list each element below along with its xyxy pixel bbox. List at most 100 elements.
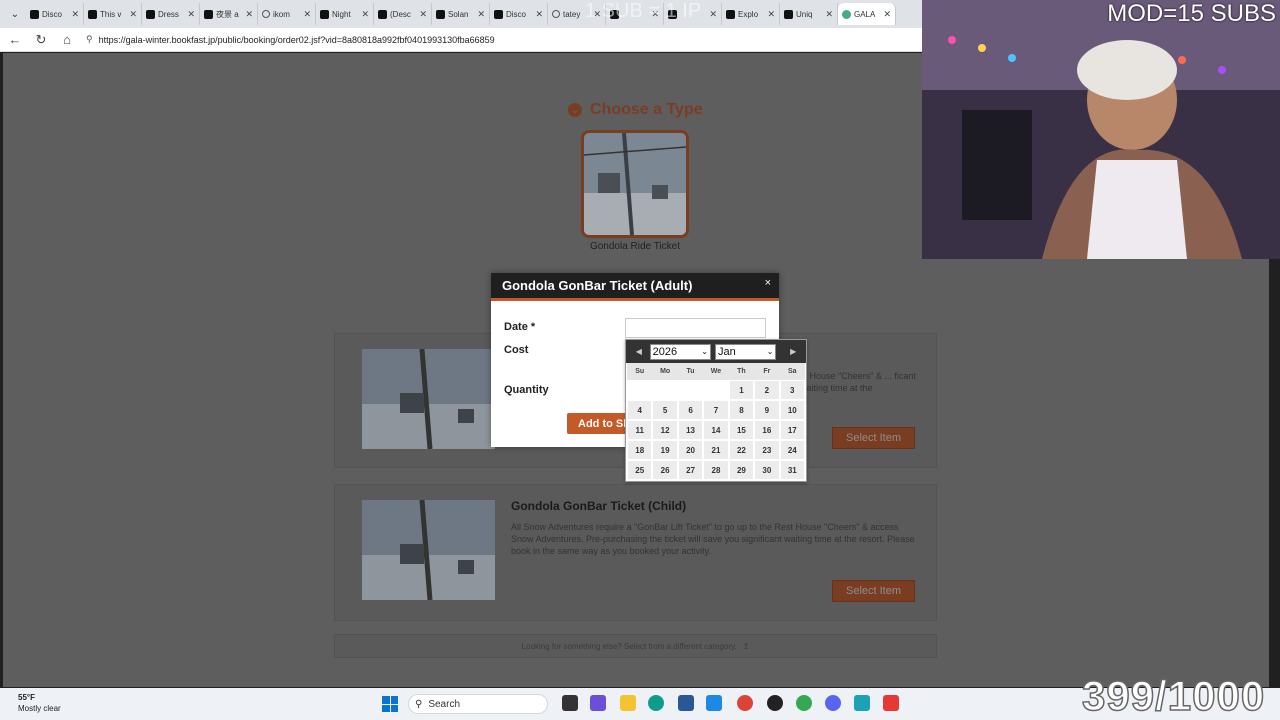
windows-start-icon[interactable] bbox=[382, 696, 398, 712]
tab-label: (Desc bbox=[390, 9, 411, 19]
calendar-day[interactable]: 14 bbox=[703, 420, 729, 440]
store-icon[interactable] bbox=[678, 695, 694, 711]
app-icon[interactable] bbox=[883, 695, 899, 711]
calendar-day[interactable]: 13 bbox=[677, 420, 704, 440]
obs-icon[interactable] bbox=[767, 695, 783, 711]
browser-tab[interactable]: GALA ✕ bbox=[838, 3, 896, 25]
next-month-icon[interactable]: ▶ bbox=[786, 347, 800, 356]
tiktok-icon bbox=[320, 9, 329, 19]
calendar-day[interactable]: 15 bbox=[728, 420, 755, 440]
browser-tab[interactable]: ikom ✕ bbox=[258, 3, 316, 25]
calendar-day[interactable]: 2 bbox=[754, 380, 780, 400]
calendar-day[interactable]: 11 bbox=[627, 420, 653, 440]
month-select[interactable]: Jan ⌄ bbox=[715, 343, 777, 360]
tab-list-menu-icon[interactable]: ⌄ bbox=[4, 3, 26, 25]
chevron-down-circle-icon: ⌄ bbox=[568, 103, 582, 117]
select-item-button[interactable]: Select Item bbox=[832, 580, 915, 602]
browser-tab[interactable]: Night ✕ bbox=[316, 3, 374, 25]
year-select[interactable]: 2026 ⌄ bbox=[649, 343, 711, 360]
back-icon[interactable]: ← bbox=[8, 32, 22, 47]
calendar-day[interactable]: 26 bbox=[652, 460, 678, 480]
close-tab-icon[interactable]: ✕ bbox=[419, 9, 427, 20]
discord-icon[interactable] bbox=[825, 695, 841, 711]
close-icon[interactable]: × bbox=[765, 277, 771, 289]
search-icon bbox=[552, 10, 560, 18]
select-item-button[interactable]: Select Item bbox=[832, 427, 915, 449]
weather-widget[interactable]: 55°F Mostly clear bbox=[18, 692, 61, 714]
tiktok-icon bbox=[204, 9, 213, 19]
calendar-day[interactable]: 20 bbox=[677, 440, 704, 460]
calendar-day[interactable]: 18 bbox=[627, 440, 653, 460]
app-icon[interactable] bbox=[590, 695, 606, 711]
close-tab-icon[interactable]: ✕ bbox=[129, 9, 137, 20]
close-tab-icon[interactable]: ✕ bbox=[883, 9, 891, 20]
date-field[interactable] bbox=[625, 318, 766, 338]
calendar-day[interactable]: 6 bbox=[677, 400, 704, 420]
calendar-day[interactable]: 5 bbox=[652, 400, 678, 420]
url-field[interactable]: ⚲ https://gala-winter.bookfast.jp/public… bbox=[86, 34, 495, 45]
reload-icon[interactable]: ↻ bbox=[34, 32, 48, 48]
browser-tab[interactable]: (Desc ✕ bbox=[374, 3, 432, 25]
calendar-day[interactable]: 7 bbox=[703, 400, 729, 420]
calendar-day[interactable]: 22 bbox=[728, 440, 755, 460]
weekday-header: Sa bbox=[779, 363, 805, 380]
calendar-day[interactable]: 3 bbox=[779, 380, 805, 400]
calendar-day[interactable]: 28 bbox=[703, 460, 729, 480]
browser-tab[interactable]: This v ✕ bbox=[84, 3, 142, 25]
prev-month-icon[interactable]: ◀ bbox=[632, 347, 646, 356]
calendar-day[interactable]: 16 bbox=[754, 420, 780, 440]
task-view-icon[interactable] bbox=[562, 695, 578, 711]
calendar-day[interactable]: 24 bbox=[779, 440, 805, 460]
calendar-day[interactable]: 8 bbox=[728, 400, 755, 420]
close-tab-icon[interactable]: ✕ bbox=[477, 9, 485, 20]
type-thumbnail-gondola[interactable] bbox=[581, 130, 689, 238]
close-tab-icon[interactable]: ✕ bbox=[535, 9, 543, 20]
close-tab-icon[interactable]: ✕ bbox=[825, 9, 833, 20]
calendar-day[interactable]: 4 bbox=[627, 400, 653, 420]
weekday-header: Su bbox=[627, 363, 653, 380]
close-tab-icon[interactable]: ✕ bbox=[709, 9, 717, 20]
calendar-day[interactable]: 21 bbox=[703, 440, 729, 460]
file-explorer-icon[interactable] bbox=[620, 695, 636, 711]
calendar-day[interactable]: 12 bbox=[652, 420, 678, 440]
calendar-day[interactable]: 29 bbox=[728, 460, 755, 480]
chrome-icon[interactable] bbox=[796, 695, 812, 711]
app-icon[interactable] bbox=[706, 695, 722, 711]
browser-tab[interactable]: 夜景 a ✕ bbox=[200, 3, 258, 25]
chrome-icon[interactable] bbox=[737, 695, 753, 711]
calendar-day[interactable]: 27 bbox=[677, 460, 704, 480]
calendar-day[interactable]: 1 bbox=[728, 380, 755, 400]
calendar-day[interactable]: 25 bbox=[627, 460, 653, 480]
url-text: https://gala-winter.bookfast.jp/public/b… bbox=[98, 34, 495, 45]
calendar-day[interactable]: 30 bbox=[754, 460, 780, 480]
browser-tab[interactable]: Dress ✕ bbox=[142, 3, 200, 25]
month-value: Jan bbox=[718, 345, 736, 358]
home-icon[interactable]: ⌂ bbox=[60, 32, 74, 47]
close-tab-icon[interactable]: ✕ bbox=[767, 9, 775, 20]
tab-label: Solan bbox=[448, 9, 469, 19]
weekday-header: Th bbox=[728, 363, 755, 380]
close-tab-icon[interactable]: ✕ bbox=[303, 9, 311, 20]
site-info-icon[interactable]: ⚲ bbox=[86, 34, 93, 45]
browser-tab[interactable]: Explo ✕ bbox=[722, 3, 780, 25]
browser-tab[interactable]: Solan ✕ bbox=[432, 3, 490, 25]
up-arrow-icon[interactable]: ↥ bbox=[743, 642, 750, 651]
calendar-blank bbox=[652, 380, 678, 400]
browser-tab[interactable]: Disco ✕ bbox=[26, 3, 84, 25]
close-tab-icon[interactable]: ✕ bbox=[361, 9, 369, 20]
calendar-day[interactable]: 10 bbox=[779, 400, 805, 420]
calendar-day[interactable]: 23 bbox=[754, 440, 780, 460]
close-tab-icon[interactable]: ✕ bbox=[187, 9, 195, 20]
close-tab-icon[interactable]: ✕ bbox=[71, 9, 79, 20]
calendar-day[interactable]: 19 bbox=[652, 440, 678, 460]
calendar-day[interactable]: 9 bbox=[754, 400, 780, 420]
browser-tab[interactable]: Uniq ✕ bbox=[780, 3, 838, 25]
calendar-day[interactable]: 17 bbox=[779, 420, 805, 440]
taskbar-search[interactable]: ⚲ Search bbox=[408, 694, 548, 714]
calendar-day[interactable]: 31 bbox=[779, 460, 805, 480]
browser-tab[interactable]: Disco ✕ bbox=[490, 3, 548, 25]
close-tab-icon[interactable]: ✕ bbox=[245, 9, 253, 20]
edge-icon[interactable] bbox=[648, 695, 664, 711]
weekday-header: Tu bbox=[677, 363, 704, 380]
app-icon[interactable] bbox=[854, 695, 870, 711]
